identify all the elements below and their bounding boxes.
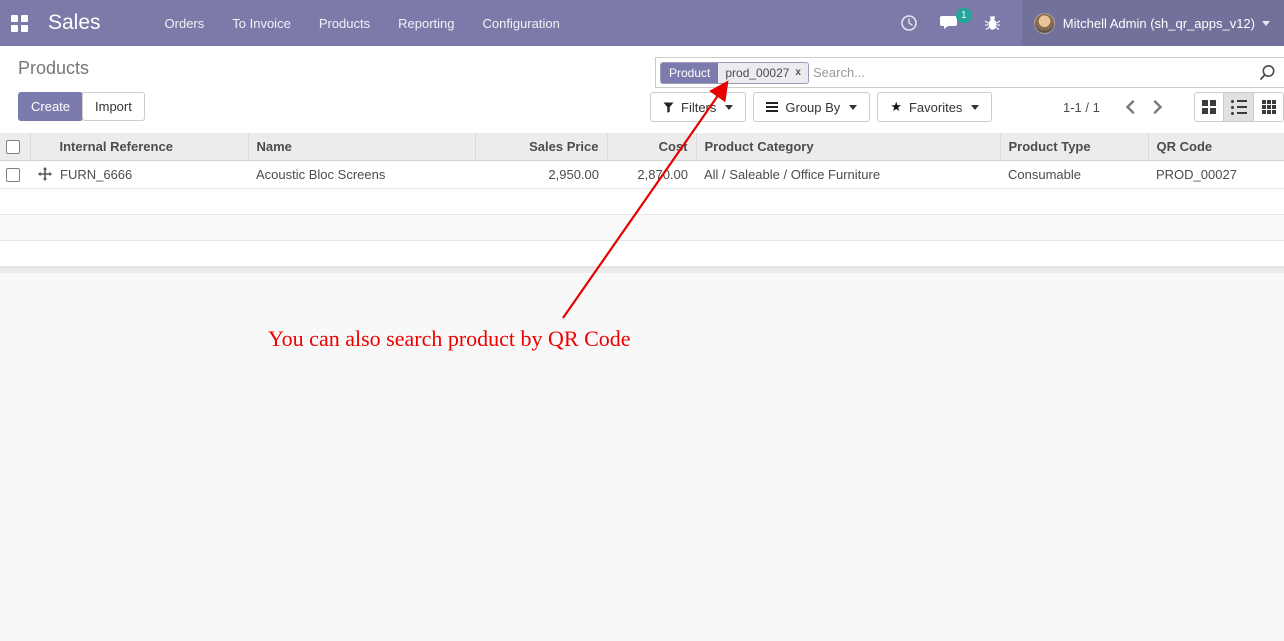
pager: 1-1 / 1 (1063, 92, 1172, 122)
filter-funnel-icon (663, 102, 674, 113)
cell-qr-code: PROD_00027 (1148, 160, 1284, 189)
search-facet-remove-icon[interactable]: x (795, 67, 801, 78)
create-button[interactable]: Create (18, 92, 84, 121)
cell-sales-price: 2,950.00 (475, 160, 607, 189)
cell-cost: 2,870.00 (607, 160, 696, 189)
menu-item-products[interactable]: Products (305, 0, 384, 46)
column-header-internal-reference[interactable]: Internal Reference (29, 133, 248, 161)
group-by-button[interactable]: Group By (753, 92, 871, 122)
search-options: Filters Group By ★ Favorites (650, 92, 993, 122)
activity-clock-button[interactable] (889, 0, 929, 46)
table-row[interactable]: FURN_6666 Acoustic Bloc Screens 2,950.00… (0, 160, 1284, 189)
search-bar[interactable]: Product prod_00027 x (655, 57, 1284, 88)
pager-next-button[interactable] (1144, 96, 1172, 118)
messages-button[interactable]: 1 (929, 0, 973, 46)
chevron-right-icon (1153, 100, 1163, 114)
search-facet: Product prod_00027 x (660, 61, 809, 84)
search-facet-value-text: prod_00027 (725, 65, 790, 80)
clock-icon (900, 15, 917, 31)
pager-previous-button[interactable] (1116, 96, 1144, 118)
cell-name: Acoustic Bloc Screens (248, 160, 475, 189)
column-header-qr-code[interactable]: QR Code (1147, 133, 1284, 161)
group-by-caret-icon (849, 104, 858, 110)
cell-internal-reference: FURN_6666 (60, 166, 133, 182)
cell-product-category: All / Saleable / Office Furniture (696, 160, 1000, 189)
favorites-star-icon: ★ (890, 99, 902, 114)
view-kanban-icon (1202, 100, 1216, 114)
user-name: Mitchell Admin (sh_qr_apps_v12) (1062, 15, 1255, 31)
user-menu[interactable]: Mitchell Admin (sh_qr_apps_v12) (1021, 0, 1284, 46)
favorites-button[interactable]: ★ Favorites (877, 92, 993, 122)
drag-handle-icon[interactable] (38, 167, 52, 181)
column-header-name[interactable]: Name (247, 133, 475, 161)
menu-item-configuration[interactable]: Configuration (469, 0, 574, 46)
group-by-label: Group By (785, 99, 841, 115)
app-title[interactable]: Sales (38, 0, 113, 46)
select-all-checkbox[interactable] (6, 140, 20, 155)
menu-item-reporting[interactable]: Reporting (384, 0, 468, 46)
view-list-icon (1230, 99, 1247, 115)
search-input[interactable] (812, 65, 1259, 80)
import-button[interactable]: Import (82, 92, 145, 121)
empty-row (0, 214, 1284, 241)
apps-menu-button[interactable] (0, 0, 38, 46)
filters-button[interactable]: Filters (650, 92, 747, 122)
message-count-badge: 1 (955, 8, 972, 23)
column-header-sales-price[interactable]: Sales Price (474, 133, 607, 161)
user-avatar (1033, 12, 1055, 34)
content-background (0, 272, 1284, 641)
column-header-product-type[interactable]: Product Type (999, 133, 1148, 161)
bug-icon (984, 16, 1001, 30)
control-panel: Products Create Import Product prod_0002… (0, 46, 1284, 133)
pager-range: 1-1 / 1 (1063, 99, 1100, 115)
user-caret-icon (1262, 20, 1270, 26)
chevron-left-icon (1125, 100, 1135, 114)
products-table: Internal Reference Name Sales Price Cost… (0, 133, 1284, 267)
cell-product-type: Consumable (1000, 160, 1148, 189)
menu-item-orders[interactable]: Orders (151, 0, 219, 46)
search-facet-category: Product (661, 62, 719, 83)
empty-row (0, 240, 1284, 267)
group-by-icon (766, 102, 779, 112)
apps-grid-icon (10, 14, 28, 32)
systray: 1 Mitchell Admin (sh_qr_apps_v12) (889, 0, 1284, 46)
list-view-button[interactable] (1224, 92, 1254, 122)
grid-view-button[interactable] (1254, 92, 1284, 122)
table-header-row: Internal Reference Name Sales Price Cost… (0, 133, 1284, 161)
view-grid-icon (1261, 100, 1276, 114)
kanban-view-button[interactable] (1194, 92, 1224, 122)
favorites-caret-icon (971, 104, 980, 110)
empty-row (0, 188, 1284, 215)
top-navbar: Sales Orders To Invoice Products Reporti… (0, 0, 1284, 46)
row-checkbox[interactable] (6, 167, 20, 182)
search-icon[interactable] (1259, 64, 1276, 81)
column-header-cost[interactable]: Cost (606, 133, 696, 161)
main-menu: Orders To Invoice Products Reporting Con… (151, 0, 574, 46)
debug-button[interactable] (973, 0, 1012, 46)
menu-item-to-invoice[interactable]: To Invoice (218, 0, 305, 46)
search-facet-value: prod_00027 x (718, 62, 808, 83)
filters-caret-icon (725, 104, 734, 110)
view-switcher (1194, 92, 1284, 122)
favorites-label: Favorites (908, 99, 963, 115)
filters-label: Filters (681, 99, 717, 115)
column-header-product-category[interactable]: Product Category (695, 133, 1000, 161)
breadcrumb[interactable]: Products (18, 58, 89, 79)
